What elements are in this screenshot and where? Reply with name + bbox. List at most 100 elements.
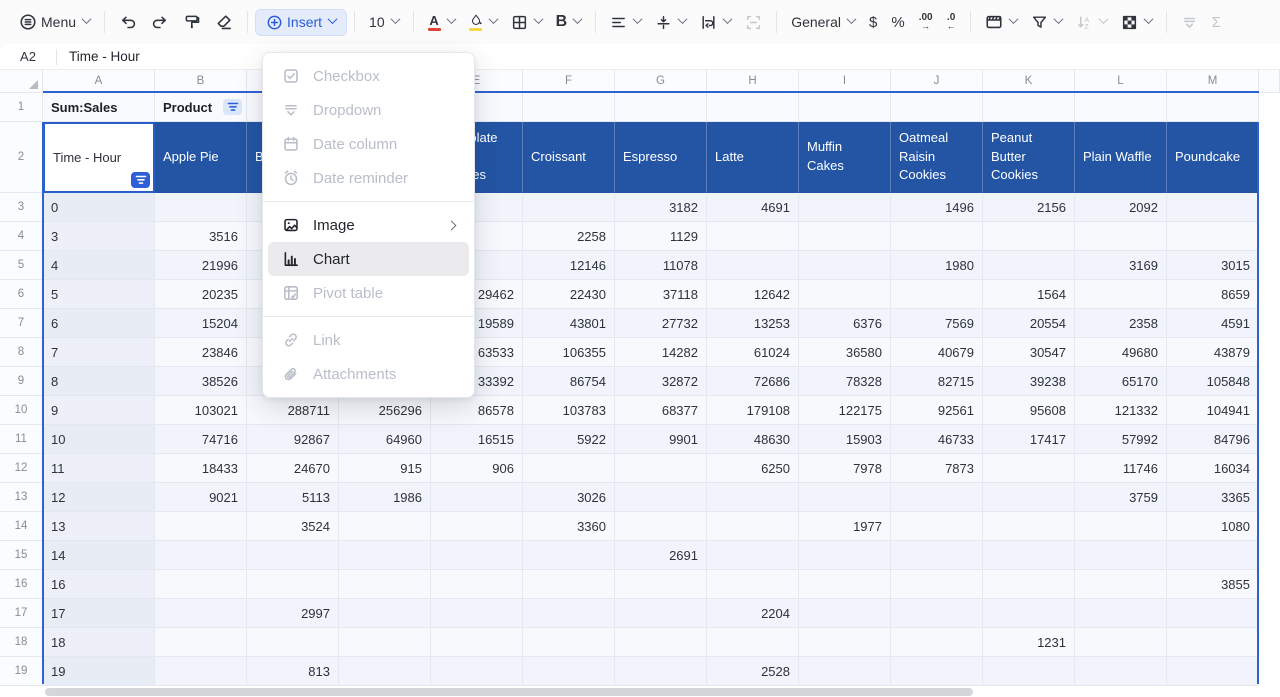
format-painter-button[interactable] bbox=[176, 8, 208, 36]
column-header-j[interactable]: J bbox=[891, 70, 983, 93]
value-cell[interactable] bbox=[247, 628, 339, 657]
menu-button[interactable]: Menu bbox=[12, 8, 97, 36]
value-cell[interactable]: 82715 bbox=[891, 367, 983, 396]
value-cell[interactable] bbox=[707, 628, 799, 657]
value-cell[interactable] bbox=[431, 541, 523, 570]
value-cell[interactable]: 24670 bbox=[247, 454, 339, 483]
value-cell[interactable]: 2358 bbox=[1075, 309, 1167, 338]
value-cell[interactable]: 2092 bbox=[1075, 193, 1167, 222]
formula-bar-value[interactable]: Time - Hour bbox=[57, 49, 140, 64]
value-cell[interactable] bbox=[155, 599, 247, 628]
value-cell[interactable]: 21996 bbox=[155, 251, 247, 280]
value-cell[interactable]: 86754 bbox=[523, 367, 615, 396]
value-cell[interactable]: 1080 bbox=[1167, 512, 1259, 541]
value-cell[interactable]: 15903 bbox=[799, 425, 891, 454]
value-cell[interactable]: 38526 bbox=[155, 367, 247, 396]
empty-cell[interactable] bbox=[615, 93, 707, 122]
value-cell[interactable] bbox=[891, 628, 983, 657]
value-cell[interactable] bbox=[615, 454, 707, 483]
undo-button[interactable] bbox=[112, 8, 144, 36]
column-header-h[interactable]: H bbox=[707, 70, 799, 93]
column-header-m[interactable]: M bbox=[1167, 70, 1259, 93]
value-cell[interactable]: 36580 bbox=[799, 338, 891, 367]
value-cell[interactable] bbox=[799, 280, 891, 309]
horizontal-scrollbar[interactable] bbox=[45, 688, 973, 696]
column-header-f[interactable]: F bbox=[523, 70, 615, 93]
column-header-k[interactable]: K bbox=[983, 70, 1075, 93]
value-cell[interactable]: 7569 bbox=[891, 309, 983, 338]
value-cell[interactable]: 7873 bbox=[891, 454, 983, 483]
value-cell[interactable] bbox=[431, 570, 523, 599]
row-header-12[interactable]: 12 bbox=[0, 454, 43, 483]
cell-reference-box[interactable]: A2 bbox=[0, 49, 56, 64]
value-cell[interactable]: 5922 bbox=[523, 425, 615, 454]
column-header-a[interactable]: A bbox=[43, 70, 155, 93]
value-cell[interactable]: 92561 bbox=[891, 396, 983, 425]
menu-item-chart[interactable]: Chart bbox=[268, 242, 469, 276]
row-header-1[interactable]: 1 bbox=[0, 93, 43, 122]
percent-format-button[interactable]: % bbox=[884, 9, 911, 36]
column-label-cell[interactable]: Plain Waffle bbox=[1075, 122, 1167, 193]
value-cell[interactable] bbox=[1075, 570, 1167, 599]
value-cell[interactable] bbox=[431, 599, 523, 628]
value-cell[interactable]: 23846 bbox=[155, 338, 247, 367]
value-cell[interactable] bbox=[1167, 541, 1259, 570]
column-label-cell[interactable]: Oatmeal Raisin Cookies bbox=[891, 122, 983, 193]
empty-cell[interactable] bbox=[1075, 93, 1167, 122]
value-cell[interactable]: 64960 bbox=[339, 425, 431, 454]
value-cell[interactable] bbox=[1167, 628, 1259, 657]
decrease-decimals-button[interactable]: .0 ← bbox=[940, 8, 963, 36]
value-cell[interactable] bbox=[1075, 541, 1167, 570]
column-label-cell[interactable]: Peanut Butter Cookies bbox=[983, 122, 1075, 193]
value-cell[interactable]: 106355 bbox=[523, 338, 615, 367]
value-cell[interactable] bbox=[799, 251, 891, 280]
value-cell[interactable]: 5113 bbox=[247, 483, 339, 512]
value-cell[interactable]: 16515 bbox=[431, 425, 523, 454]
value-cell[interactable] bbox=[523, 454, 615, 483]
value-cell[interactable]: 46733 bbox=[891, 425, 983, 454]
column-header-g[interactable]: G bbox=[615, 70, 707, 93]
value-cell[interactable] bbox=[983, 657, 1075, 686]
value-cell[interactable]: 3524 bbox=[247, 512, 339, 541]
value-cell[interactable]: 11078 bbox=[615, 251, 707, 280]
row-header-2[interactable]: 2 bbox=[0, 122, 43, 193]
value-cell[interactable] bbox=[431, 628, 523, 657]
value-cell[interactable]: 906 bbox=[431, 454, 523, 483]
value-cell[interactable] bbox=[615, 483, 707, 512]
value-cell[interactable]: 9901 bbox=[615, 425, 707, 454]
text-wrap-button[interactable] bbox=[693, 9, 738, 36]
value-cell[interactable] bbox=[523, 570, 615, 599]
value-cell[interactable]: 2528 bbox=[707, 657, 799, 686]
table-name-cell[interactable]: Sum:Sales bbox=[43, 93, 155, 122]
value-cell[interactable]: 57992 bbox=[1075, 425, 1167, 454]
value-cell[interactable]: 1986 bbox=[339, 483, 431, 512]
value-cell[interactable] bbox=[247, 541, 339, 570]
value-cell[interactable] bbox=[1075, 222, 1167, 251]
filter-button[interactable] bbox=[1024, 9, 1069, 36]
value-cell[interactable] bbox=[615, 570, 707, 599]
time-cell[interactable]: 12 bbox=[43, 483, 155, 512]
value-cell[interactable]: 43879 bbox=[1167, 338, 1259, 367]
value-cell[interactable] bbox=[431, 483, 523, 512]
value-cell[interactable] bbox=[155, 570, 247, 599]
time-cell[interactable]: 6 bbox=[43, 309, 155, 338]
value-cell[interactable]: 104941 bbox=[1167, 396, 1259, 425]
column-label-cell[interactable]: Espresso bbox=[615, 122, 707, 193]
time-cell[interactable]: 17 bbox=[43, 599, 155, 628]
value-cell[interactable] bbox=[983, 454, 1075, 483]
value-cell[interactable] bbox=[155, 628, 247, 657]
column-label-cell[interactable]: Muffin Cakes bbox=[799, 122, 891, 193]
row-header-11[interactable]: 11 bbox=[0, 425, 43, 454]
increase-decimals-button[interactable]: .00 → bbox=[912, 8, 940, 36]
time-cell[interactable]: 4 bbox=[43, 251, 155, 280]
column-label-cell[interactable]: Croissant bbox=[523, 122, 615, 193]
filter-icon[interactable] bbox=[223, 99, 242, 115]
value-cell[interactable] bbox=[707, 483, 799, 512]
row-header-13[interactable]: 13 bbox=[0, 483, 43, 512]
value-cell[interactable] bbox=[891, 280, 983, 309]
value-cell[interactable]: 105848 bbox=[1167, 367, 1259, 396]
value-cell[interactable]: 2691 bbox=[615, 541, 707, 570]
value-cell[interactable]: 3855 bbox=[1167, 570, 1259, 599]
value-cell[interactable]: 103021 bbox=[155, 396, 247, 425]
row-header-9[interactable]: 9 bbox=[0, 367, 43, 396]
